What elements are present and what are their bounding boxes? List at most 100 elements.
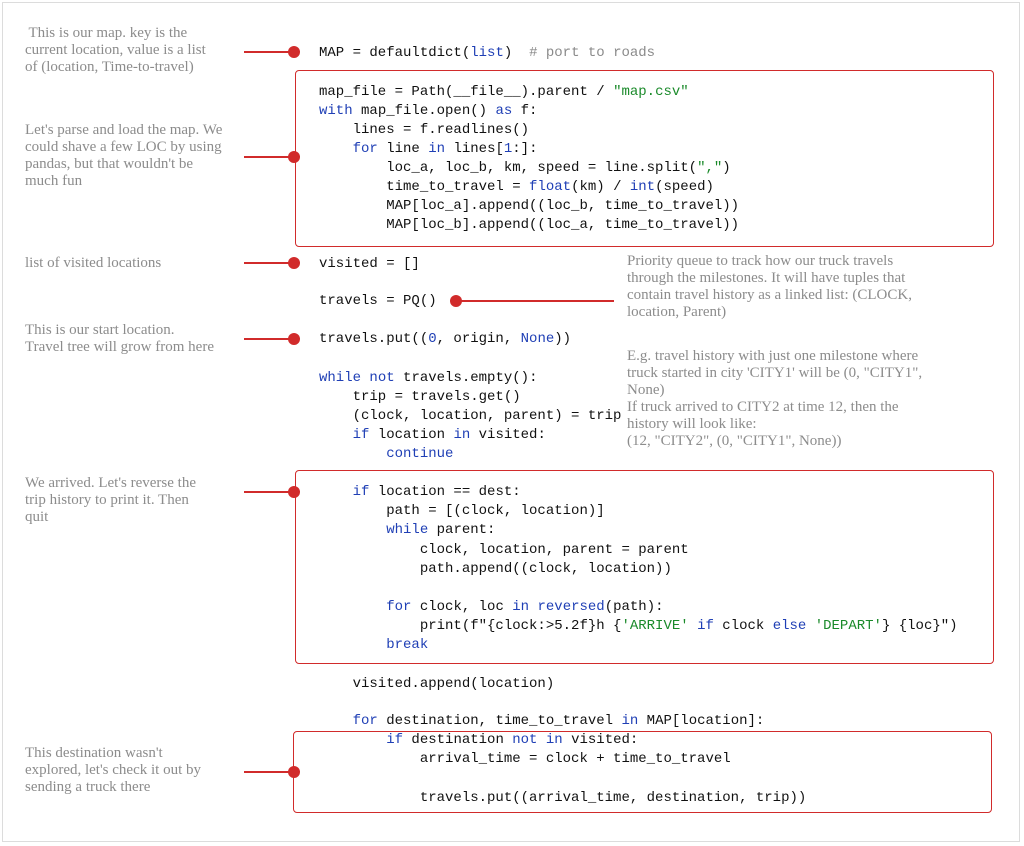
code-text: f: <box>512 103 538 119</box>
code-string: "map.csv" <box>613 84 689 100</box>
note-start: This is our start location. Travel tree w… <box>25 322 214 356</box>
code-keyword: in <box>621 713 639 729</box>
note-pq: Priority queue to track how our truck tr… <box>627 253 912 321</box>
code-keyword: for <box>352 141 378 157</box>
code-line: time_to_travel = float(km) / int(speed) <box>319 179 714 195</box>
note-line: (12, "CITY2", (0, "CITY1", None)) <box>627 433 842 449</box>
code-text: MAP = defaultdict( <box>319 45 471 61</box>
dot-visited <box>288 257 300 269</box>
code-text: (path): <box>604 599 664 615</box>
code-line: loc_a, loc_b, km, speed = line.split(","… <box>319 160 730 176</box>
code-text: map_file = Path(__file__).parent / <box>319 84 614 100</box>
code-line: print(f"{clock:>5.2f}h {'ARRIVE' if cloc… <box>319 618 958 634</box>
code-text: map_file.open() <box>352 103 496 119</box>
connector-explore <box>244 771 294 773</box>
note-line: sending a truck there <box>25 779 151 795</box>
code-line: continue <box>319 446 453 462</box>
dot-map <box>288 46 300 58</box>
note-line: This is our map. key is the <box>25 25 188 41</box>
code-line: MAP = defaultdict(list) # port to roads <box>319 45 655 61</box>
code-text: travels.put(( <box>319 331 429 347</box>
code-keyword: with <box>319 103 353 119</box>
code-keyword: float <box>529 179 572 195</box>
code-string: "," <box>697 160 723 176</box>
code-keyword: list <box>470 45 504 61</box>
code-line: break <box>319 637 428 653</box>
code-line: map_file = Path(__file__).parent / "map.… <box>319 84 689 100</box>
code-line: if location == dest: <box>319 484 521 500</box>
code-line: trip = travels.get() <box>319 389 521 405</box>
code-line: with map_file.open() as f: <box>319 103 537 119</box>
code-text: MAP[loc_b].append((loc_a, time_to_travel… <box>319 217 740 233</box>
note-line: trip history to print it. Then <box>25 492 189 508</box>
note-line: E.g. travel history with just one milest… <box>627 348 919 364</box>
note-example: E.g. travel history with just one milest… <box>627 348 922 450</box>
connector-parse <box>244 156 294 158</box>
note-line: current location, value is a list <box>25 42 206 58</box>
code-keyword: break <box>386 637 429 653</box>
code-keyword: None <box>520 331 555 347</box>
note-line: history will look like: <box>627 416 757 432</box>
code-text: clock <box>713 618 773 634</box>
code-line: MAP[loc_a].append((loc_b, time_to_travel… <box>319 198 739 214</box>
note-map: This is our map. key is the current locat… <box>25 25 206 76</box>
code-text: MAP[loc_a].append((loc_b, time_to_travel… <box>319 198 740 214</box>
code-keyword: 0 <box>428 331 437 347</box>
note-parse: Let's parse and load the map. We could sh… <box>25 122 222 190</box>
code-keyword: if <box>697 618 714 634</box>
code-text: ) <box>503 45 530 61</box>
code-text: lines[ <box>445 141 504 157</box>
note-line: could shave a few LOC by using <box>25 139 222 155</box>
code-keyword: if <box>352 427 370 443</box>
code-line: while not travels.empty(): <box>319 370 537 386</box>
code-keyword: continue <box>386 446 454 462</box>
code-line: travels.put((0, origin, None)) <box>319 331 571 347</box>
code-text: parent: <box>428 522 496 538</box>
code-text: clock, location, parent = parent <box>319 542 689 558</box>
code-text: visited = [] <box>319 256 420 272</box>
code-text: )) <box>554 331 572 347</box>
code-line: travels = PQ() <box>319 293 437 309</box>
code-keyword: in <box>453 427 471 443</box>
code-text: , origin, <box>436 331 521 347</box>
note-arrived: We arrived. Let's reverse the trip histor… <box>25 475 196 526</box>
connector-map <box>244 51 294 53</box>
note-visited: list of visited locations <box>25 255 161 272</box>
code-text: path = [(clock, location)] <box>319 503 605 519</box>
dot-start <box>288 333 300 345</box>
note-line: We arrived. Let's reverse the <box>25 475 196 491</box>
note-line: Travel tree will grow from here <box>25 339 214 355</box>
code-text: line <box>377 141 429 157</box>
code-keyword: for <box>386 599 412 615</box>
dot-arrived <box>288 486 300 498</box>
code-keyword: in <box>512 599 530 615</box>
code-text: (clock, location, parent) = trip <box>319 408 622 424</box>
code-line: visited.append(location) <box>319 676 555 692</box>
code-text: MAP[location]: <box>638 713 765 729</box>
note-explore: This destination wasn't explored, let's c… <box>25 745 201 796</box>
code-text: visited: <box>562 732 639 748</box>
code-text: destination <box>403 732 513 748</box>
code-keyword: for <box>352 713 378 729</box>
code-text: clock, loc <box>411 599 513 615</box>
dot-parse <box>288 151 300 163</box>
code-line: for destination, time_to_travel in MAP[l… <box>319 713 765 729</box>
code-keyword: in <box>428 141 446 157</box>
connector-pq <box>456 300 614 302</box>
code-text: travels = PQ() <box>319 293 437 309</box>
connector-arrived <box>244 491 294 493</box>
code-line: for clock, loc in reversed(path): <box>319 599 664 615</box>
note-line: of (location, Time-to-travel) <box>25 59 194 75</box>
code-line: MAP[loc_b].append((loc_a, time_to_travel… <box>319 217 739 233</box>
code-text: visited.append(location) <box>319 676 555 692</box>
code-line: lines = f.readlines() <box>319 122 529 138</box>
note-line: Priority queue to track how our truck tr… <box>627 253 894 269</box>
code-keyword: while <box>319 370 362 386</box>
